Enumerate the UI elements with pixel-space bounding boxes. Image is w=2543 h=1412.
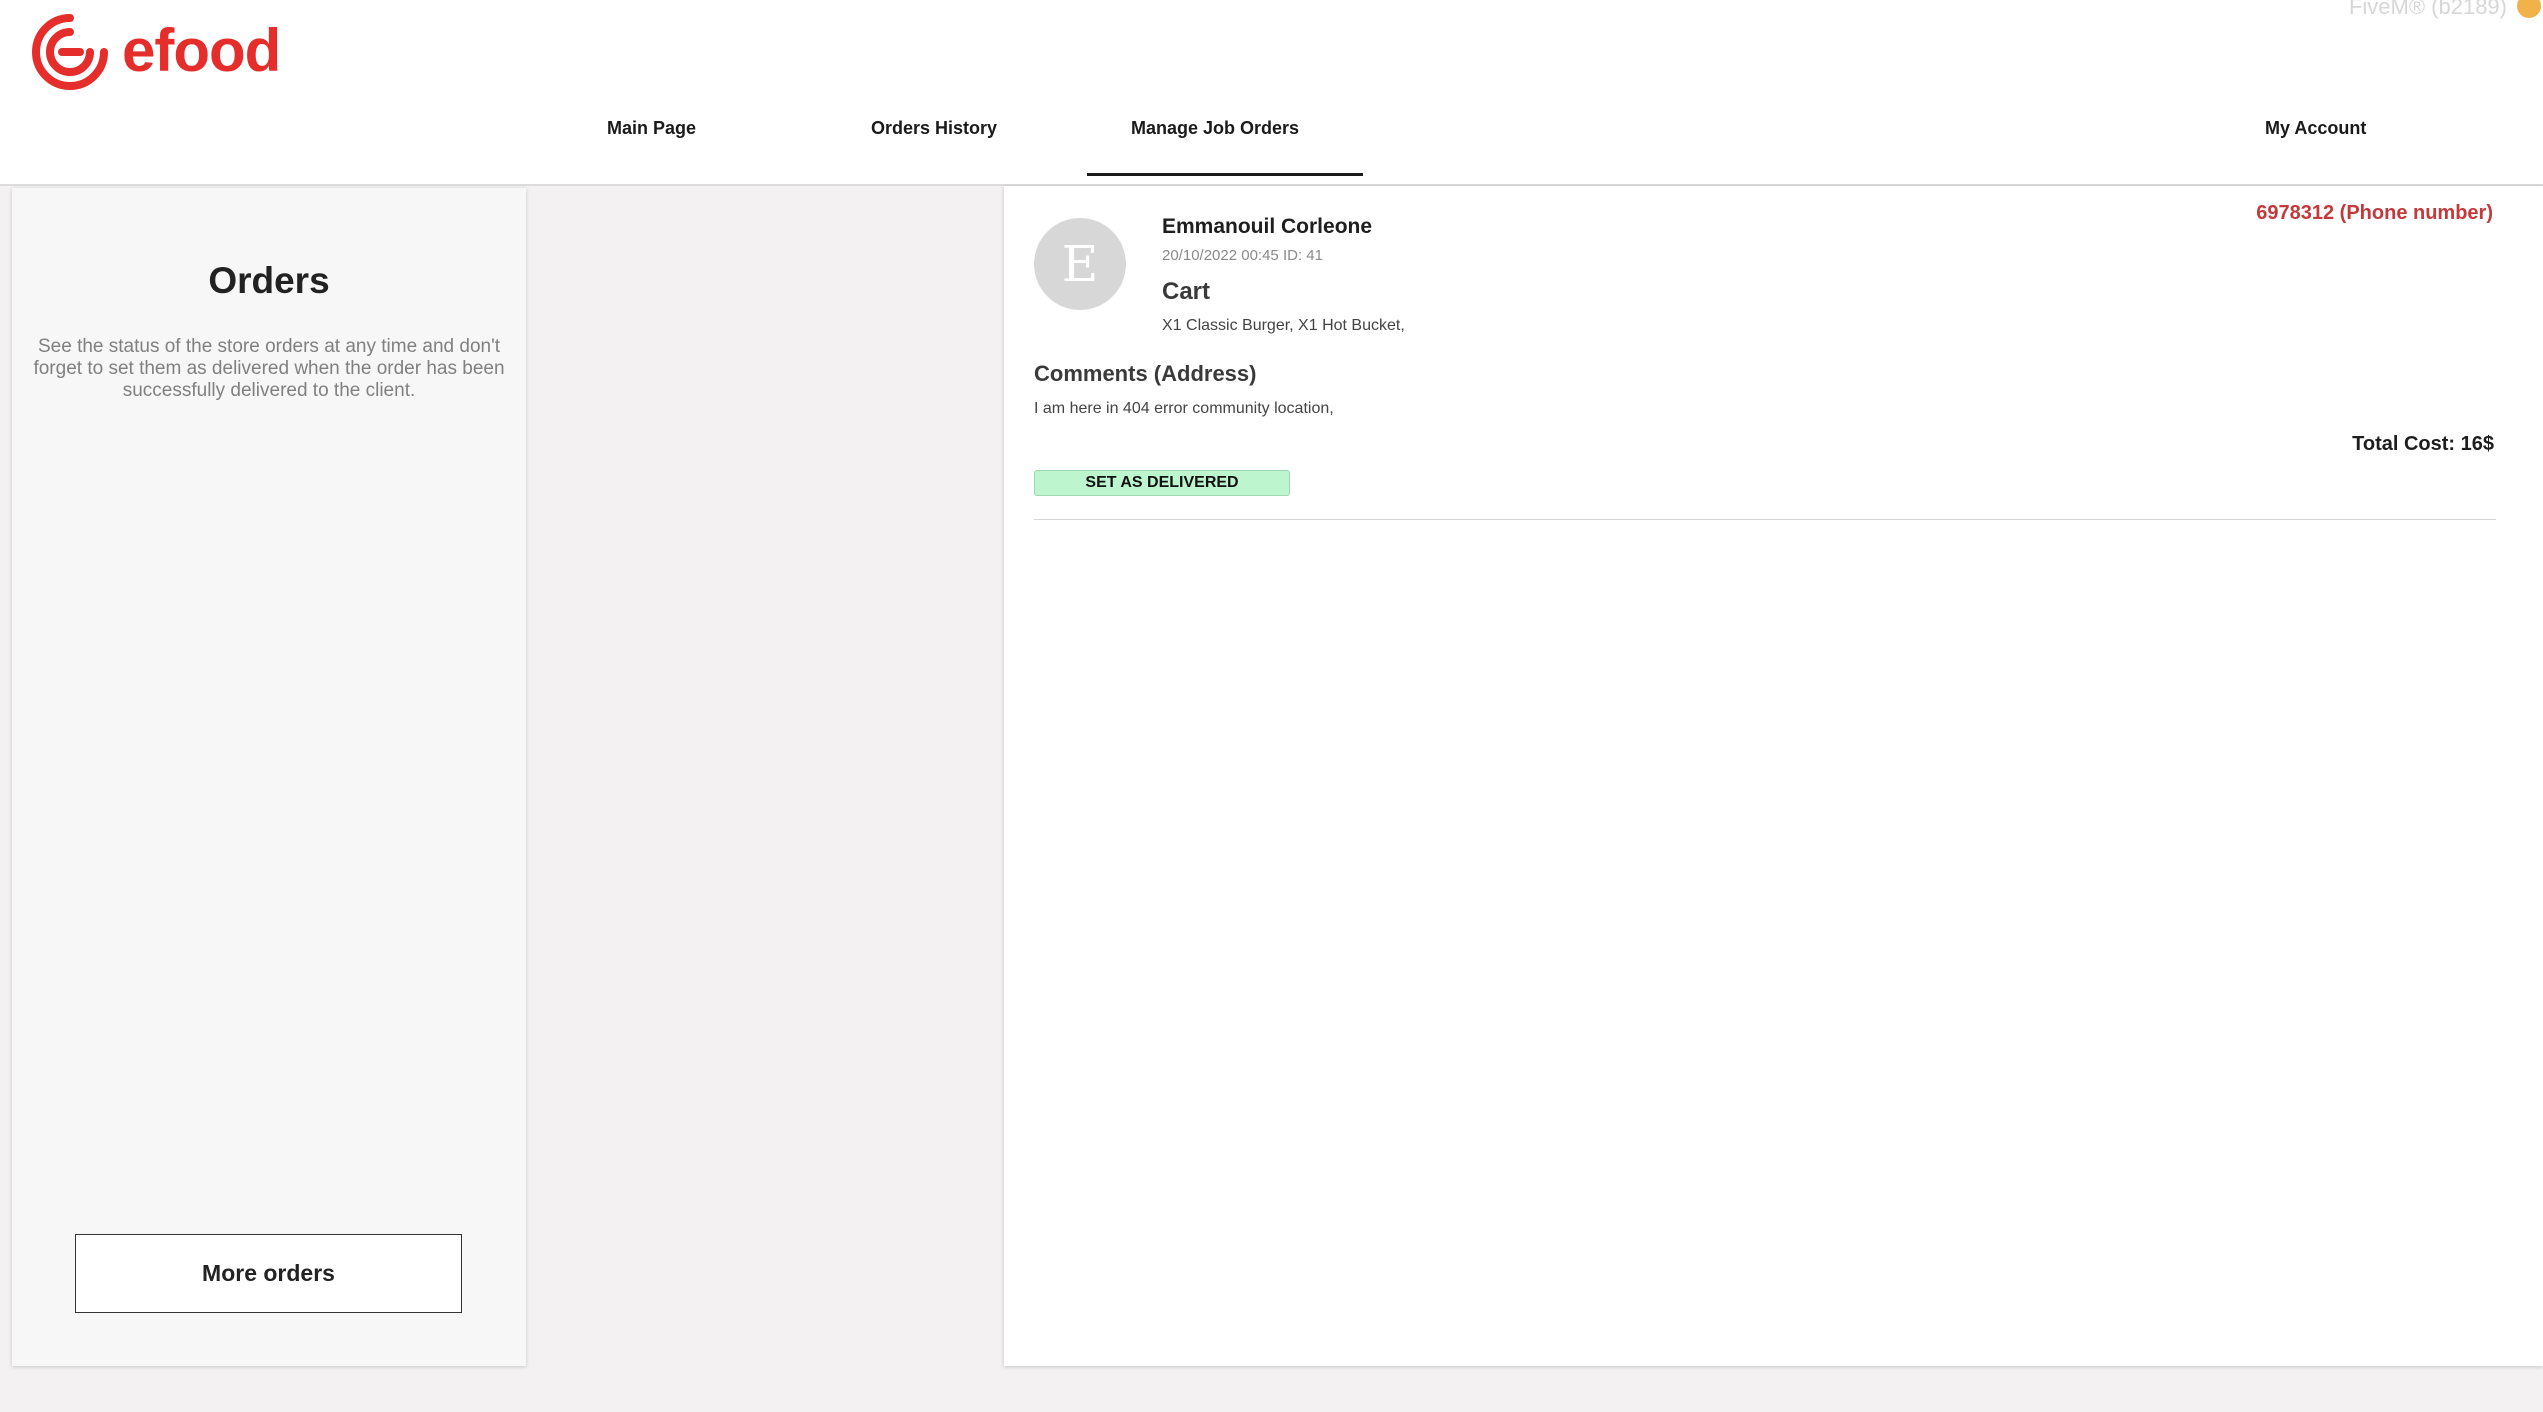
cart-heading: Cart xyxy=(1162,278,1211,305)
fivem-icon xyxy=(2517,0,2541,18)
order-meta: 20/10/2022 00:45 ID: 41 xyxy=(1162,247,1323,264)
order-divider xyxy=(1034,519,2496,520)
order-card: E Emmanouil Corleone 20/10/2022 00:45 ID… xyxy=(1004,186,2543,1366)
comments-heading: Comments (Address) xyxy=(1034,361,1257,386)
efood-logo[interactable]: efood xyxy=(28,10,281,94)
phone-number: 6978312 (Phone number) xyxy=(2256,202,2493,224)
nav-orders-history[interactable]: Orders History xyxy=(871,118,997,139)
cart-items: X1 Classic Burger, X1 Hot Bucket, xyxy=(1162,317,1405,334)
nav-manage-job-orders[interactable]: Manage Job Orders xyxy=(1131,118,1299,139)
orders-title: Orders xyxy=(208,260,330,301)
comments-text: I am here in 404 error community locatio… xyxy=(1034,400,1334,417)
efood-logo-icon xyxy=(28,10,112,94)
avatar: E xyxy=(1034,218,1126,310)
fivem-watermark: FiveM® (b2189) xyxy=(2348,0,2507,19)
orders-sidebar: Orders See the status of the store order… xyxy=(12,188,526,1366)
logo-text: efood xyxy=(122,16,281,84)
more-orders-button[interactable]: More orders xyxy=(75,1234,462,1313)
nav-my-account[interactable]: My Account xyxy=(2265,118,2366,139)
nav-main-page[interactable]: Main Page xyxy=(607,118,696,139)
nav-active-indicator xyxy=(1087,173,1363,176)
set-as-delivered-button[interactable]: SET AS DELIVERED xyxy=(1034,470,1290,496)
top-header: efood FiveM® (b2189) Main Page Orders Hi… xyxy=(0,0,2543,186)
orders-description: See the status of the store orders at an… xyxy=(33,336,505,401)
customer-name: Emmanouil Corleone xyxy=(1162,215,1373,238)
total-cost: Total Cost: 16$ xyxy=(2352,433,2494,455)
